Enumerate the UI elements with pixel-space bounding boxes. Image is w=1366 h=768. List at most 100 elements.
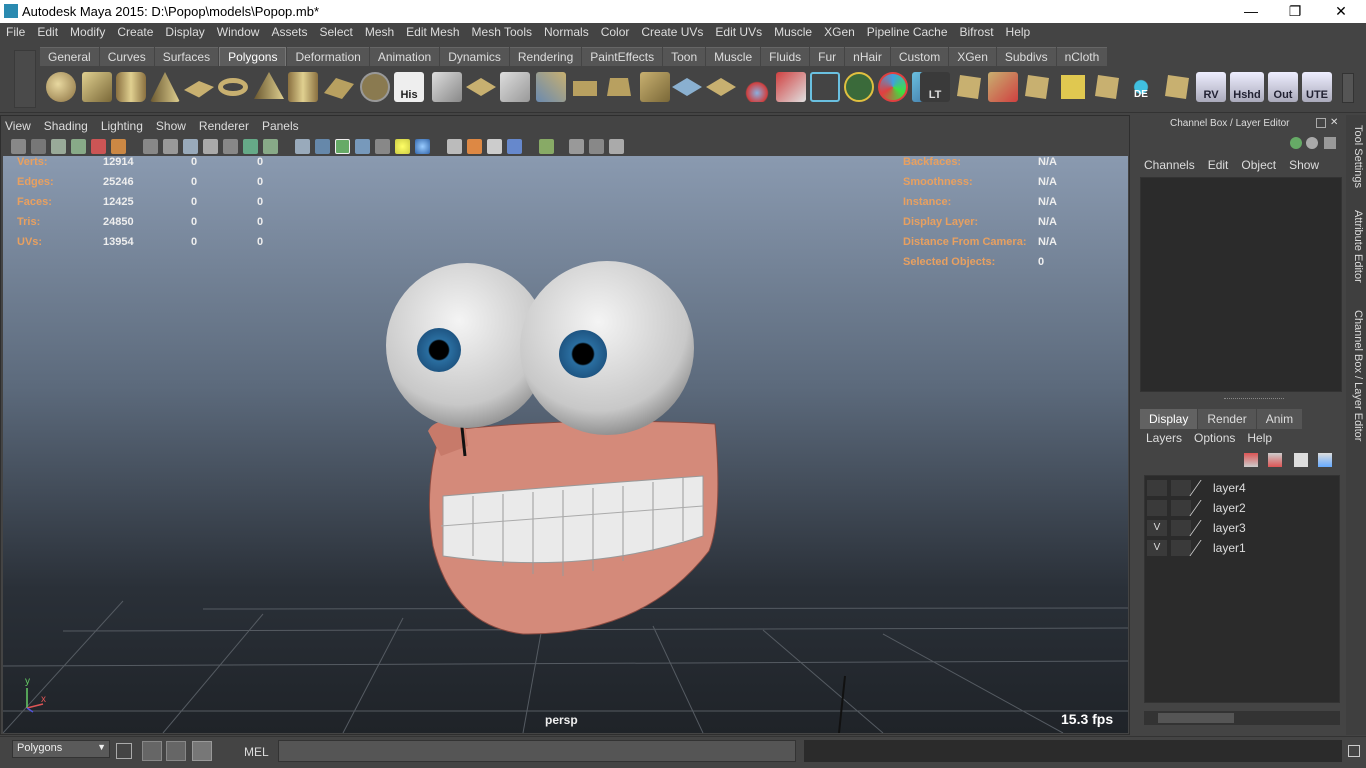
layer-row[interactable]: layer4 (1147, 480, 1337, 498)
hypershade-icon[interactable] (192, 741, 212, 761)
shelf-tab-ncloth[interactable]: nCloth (1056, 47, 1108, 66)
layer-visibility-toggle[interactable] (1147, 480, 1167, 496)
menu-file[interactable]: File (0, 23, 31, 43)
wireframe-cube-icon[interactable] (810, 72, 840, 102)
perspective-viewport[interactable]: Verts: 12914 0 0 Edges: 25246 0 0 Faces:… (3, 156, 1128, 733)
cb-menu-show[interactable]: Show (1289, 158, 1319, 172)
paint-tool-icon[interactable] (776, 72, 806, 102)
shelf-tab-nhair[interactable]: nHair (845, 47, 890, 66)
poly-pipe-icon[interactable] (288, 72, 318, 102)
image-plane-icon[interactable] (71, 139, 86, 154)
grease-pencil-icon[interactable] (111, 139, 126, 154)
extract-icon[interactable] (500, 72, 530, 102)
vp-menu-renderer[interactable]: Renderer (199, 119, 249, 133)
menu-set-selector[interactable]: Polygons ▼ (12, 740, 110, 758)
shelf-tab-painteffects[interactable]: PaintEffects (582, 47, 663, 66)
viewport-2-icon[interactable] (507, 139, 522, 154)
close-button[interactable]: ✕ (1318, 0, 1364, 23)
shelf-tab-surfaces[interactable]: Surfaces (154, 47, 219, 66)
poly-cube-icon[interactable] (82, 72, 112, 102)
shelf-tab-animation[interactable]: Animation (369, 47, 440, 66)
poly-sphere-icon[interactable] (46, 72, 76, 102)
layer-row[interactable]: layer2 (1147, 500, 1337, 518)
layer-visibility-toggle[interactable]: V (1147, 540, 1167, 556)
menu-normals[interactable]: Normals (538, 23, 595, 43)
shelf-scroll-arrows[interactable] (1342, 73, 1354, 103)
outliner-icon[interactable] (166, 741, 186, 761)
shelf-tab-custom[interactable]: Custom (890, 47, 949, 66)
isolate-select-icon[interactable] (539, 139, 554, 154)
wireframe-icon[interactable] (295, 139, 310, 154)
tab-channel-box-layer-editor[interactable]: Channel Box / Layer Editor (1348, 310, 1364, 441)
menu-create-uvs[interactable]: Create UVs (635, 23, 709, 43)
vp-menu-panels[interactable]: Panels (262, 119, 299, 133)
extrude-icon[interactable] (573, 81, 597, 96)
cb-menu-edit[interactable]: Edit (1208, 158, 1229, 172)
vp-menu-lighting[interactable]: Lighting (101, 119, 143, 133)
film-gate-icon[interactable] (163, 139, 178, 154)
shelf-tab-fluids[interactable]: Fluids (761, 47, 810, 66)
maximize-button[interactable]: ❐ (1272, 0, 1318, 23)
poly-cylinder-icon[interactable] (116, 72, 146, 102)
cut-uv-edges-icon[interactable] (988, 72, 1018, 102)
float-panel-icon[interactable] (1316, 118, 1326, 128)
menu-muscle[interactable]: Muscle (768, 23, 818, 43)
gate-mask-icon[interactable] (203, 139, 218, 154)
tab-display[interactable]: Display (1140, 409, 1198, 429)
menu-modify[interactable]: Modify (64, 23, 111, 43)
two-d-pan-zoom-icon[interactable] (91, 139, 106, 154)
smooth-shade-icon[interactable] (315, 139, 330, 154)
layer-visibility-toggle[interactable]: V (1147, 520, 1167, 536)
menu-select[interactable]: Select (313, 23, 358, 43)
layer-color-swatch[interactable] (1189, 480, 1215, 496)
bridge-icon[interactable] (607, 78, 631, 96)
vp-menu-show[interactable]: Show (156, 119, 186, 133)
menu-bifrost[interactable]: Bifrost (954, 23, 1000, 43)
tab-attribute-editor[interactable]: Attribute Editor (1348, 210, 1364, 283)
shelf-options-grip[interactable] (14, 50, 36, 108)
menu-mesh-tools[interactable]: Mesh Tools (466, 23, 538, 43)
resolution-gate-icon[interactable] (183, 139, 198, 154)
ambient-occlusion-icon[interactable] (569, 139, 584, 154)
tab-render[interactable]: Render (1198, 409, 1256, 429)
shelf-tab-deformation[interactable]: Deformation (287, 47, 369, 66)
layer-menu-options[interactable]: Options (1194, 431, 1235, 445)
shelf-tab-rendering[interactable]: Rendering (509, 47, 582, 66)
textured-icon[interactable] (355, 139, 370, 154)
speed-icon[interactable] (1306, 137, 1318, 149)
sew-uv-edges-icon[interactable] (1025, 75, 1049, 99)
append-polygon-icon[interactable] (640, 72, 670, 102)
panel-splitter[interactable] (1224, 398, 1284, 402)
hshd-icon[interactable]: Hshd (1230, 72, 1264, 102)
hyper-icon[interactable] (1324, 137, 1336, 149)
poly-cone-icon[interactable] (150, 72, 180, 102)
manipulator-icon[interactable] (1290, 137, 1302, 149)
scrollbar-thumb[interactable] (1158, 713, 1234, 723)
cb-menu-object[interactable]: Object (1241, 158, 1276, 172)
insert-edge-loop-icon[interactable] (706, 78, 736, 96)
menu-help[interactable]: Help (1000, 23, 1037, 43)
xray-icon[interactable] (447, 139, 462, 154)
mel-label[interactable]: MEL (244, 745, 269, 759)
menu-create[interactable]: Create (111, 23, 159, 43)
smooth-icon[interactable] (536, 72, 566, 102)
new-layer-icon[interactable] (1294, 453, 1308, 467)
safe-title-icon[interactable] (263, 139, 278, 154)
safe-action-icon[interactable] (243, 139, 258, 154)
menu-edit-mesh[interactable]: Edit Mesh (400, 23, 465, 43)
layer-menu-layers[interactable]: Layers (1146, 431, 1182, 445)
vp-menu-shading[interactable]: Shading (44, 119, 88, 133)
xray-components-icon[interactable] (487, 139, 502, 154)
combine-icon[interactable] (432, 72, 462, 102)
tab-anim[interactable]: Anim (1256, 409, 1303, 429)
menu-window[interactable]: Window (211, 23, 266, 43)
menu-xgen[interactable]: XGen (818, 23, 861, 43)
separate-icon[interactable] (466, 78, 496, 96)
multisample-icon[interactable] (589, 139, 604, 154)
layer-menu-help[interactable]: Help (1247, 431, 1272, 445)
layer-row[interactable]: V layer3 (1147, 520, 1337, 538)
layer-playback-toggle[interactable] (1171, 500, 1191, 516)
poly-plane-icon[interactable] (184, 81, 214, 98)
vp-menu-view[interactable]: View (5, 119, 31, 133)
script-editor-button[interactable] (1348, 745, 1360, 757)
